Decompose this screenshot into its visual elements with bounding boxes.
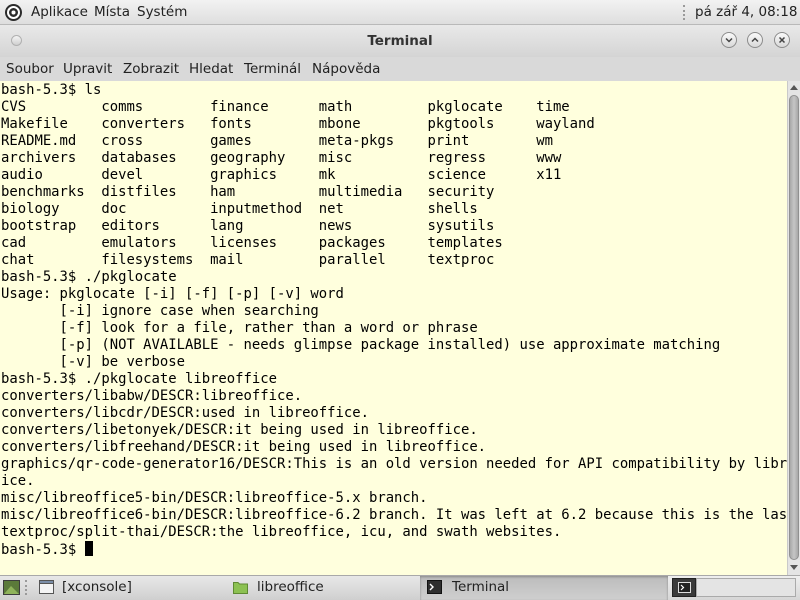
- terminal-line: chat filesystems mail parallel textproc: [1, 252, 495, 268]
- chevron-up-icon: [751, 37, 759, 43]
- window-icon: [39, 580, 54, 594]
- terminal-line: converters/libetonyek/DESCR:it being use…: [1, 422, 478, 438]
- menu-aplikace[interactable]: Aplikace: [31, 4, 88, 20]
- folder-icon: [233, 582, 248, 594]
- terminal-line: bash-5.3$ ./pkglocate: [1, 269, 177, 285]
- terminal-line: converters/libfreehand/DESCR:it being us…: [1, 439, 487, 455]
- close-button[interactable]: [774, 32, 790, 48]
- terminal-line: [-f] look for a file, rather than a word…: [1, 320, 478, 336]
- menu-upravit[interactable]: Upravit: [63, 61, 112, 77]
- taskbar: [xconsole] libreoffice Terminal: [0, 575, 800, 600]
- terminal-line: CVS comms finance math pkglocate time: [1, 99, 570, 115]
- task-xconsole[interactable]: [xconsole]: [34, 576, 224, 600]
- terminal-line: Usage: pkglocate [-i] [-f] [-p] [-v] wor…: [1, 286, 344, 302]
- menu-napoveda[interactable]: Nápověda: [312, 61, 380, 77]
- terminal-line: audio devel graphics mk science x11: [1, 167, 562, 183]
- terminal-line: [-p] (NOT AVAILABLE - needs glimpse pack…: [1, 337, 721, 353]
- terminal-line: bootstrap editors lang news sysutils: [1, 218, 495, 234]
- show-desktop-icon[interactable]: [3, 580, 20, 595]
- chevron-down-icon: [725, 37, 733, 43]
- task-terminal[interactable]: Terminal: [420, 576, 668, 600]
- terminal-line: [-i] ignore case when searching: [1, 303, 319, 319]
- terminal-line: README.md cross games meta-pkgs print wm: [1, 133, 553, 149]
- terminal-line: [-v] be verbose: [1, 354, 185, 370]
- window-title: Terminal: [367, 33, 433, 49]
- scroll-up-arrow-icon[interactable]: [790, 85, 798, 90]
- task-label: [xconsole]: [62, 579, 132, 595]
- menu-zobrazit[interactable]: Zobrazit: [123, 61, 179, 77]
- menu-soubor[interactable]: Soubor: [6, 61, 54, 77]
- menu-hledat[interactable]: Hledat: [189, 61, 233, 77]
- maximize-button[interactable]: [747, 32, 763, 48]
- terminal-line: ice.: [1, 473, 35, 489]
- terminal-line: graphics/qr-code-generator16/DESCR:This …: [1, 456, 787, 472]
- clock[interactable]: pá zář 4, 08:18: [695, 4, 797, 20]
- distro-logo-icon[interactable]: [4, 3, 23, 22]
- text-cursor: [84, 541, 93, 556]
- terminal-line: textproc/split-thai/DESCR:the libreoffic…: [1, 524, 562, 540]
- workspace-2[interactable]: [696, 578, 796, 597]
- terminal-line: cad emulators licenses packages template…: [1, 235, 503, 251]
- menubar: Soubor Upravit Zobrazit Hledat Terminál …: [0, 57, 800, 81]
- scrollbar-thumb[interactable]: [789, 95, 799, 560]
- task-label: Terminal: [452, 579, 510, 595]
- workspace-1[interactable]: [672, 578, 696, 597]
- terminal-line: archivers databases geography misc regre…: [1, 150, 562, 166]
- terminal-line: biology doc inputmethod net shells: [1, 201, 478, 217]
- scrollbar[interactable]: [787, 81, 800, 575]
- workspace-switcher[interactable]: [668, 576, 800, 600]
- terminal-icon: [678, 582, 691, 593]
- taskbar-separator: [25, 580, 33, 595]
- terminal-line: converters/libcdr/DESCR:used in libreoff…: [1, 405, 369, 421]
- terminal-line: benchmarks distfiles ham multimedia secu…: [1, 184, 495, 200]
- minimize-button[interactable]: [721, 32, 737, 48]
- task-libreoffice[interactable]: libreoffice: [227, 576, 417, 600]
- top-panel: Aplikace Místa Systém pá zář 4, 08:18: [0, 0, 800, 25]
- title-bar[interactable]: Terminal: [0, 25, 800, 57]
- menu-system[interactable]: Systém: [137, 4, 187, 20]
- terminal-line: misc/libreoffice5-bin/DESCR:libreoffice-…: [1, 490, 428, 506]
- task-label: libreoffice: [257, 579, 324, 595]
- terminal-line: bash-5.3$ ls: [1, 82, 102, 98]
- close-icon: [778, 36, 786, 44]
- terminal-prompt: bash-5.3$: [1, 542, 85, 558]
- terminal-icon: [427, 580, 442, 594]
- terminal-line: converters/libabw/DESCR:libreoffice.: [1, 388, 303, 404]
- terminal-window: Terminal Soubor Upravit Zobrazit Hledat …: [0, 25, 800, 575]
- menu-mista[interactable]: Místa: [94, 4, 130, 20]
- terminal-line: misc/libreoffice6-bin/DESCR:libreoffice-…: [1, 507, 787, 523]
- terminal-area[interactable]: bash-5.3$ ls CVS comms finance math pkgl…: [0, 81, 787, 575]
- panel-separator: [683, 5, 689, 20]
- menu-terminal[interactable]: Terminál: [244, 61, 301, 77]
- terminal-line: Makefile converters fonts mbone pkgtools…: [1, 116, 595, 132]
- terminal-line: bash-5.3$ ./pkglocate libreoffice: [1, 371, 277, 387]
- terminal-output: bash-5.3$ ls CVS comms finance math pkgl…: [1, 82, 787, 559]
- scroll-down-arrow-icon[interactable]: [790, 565, 798, 570]
